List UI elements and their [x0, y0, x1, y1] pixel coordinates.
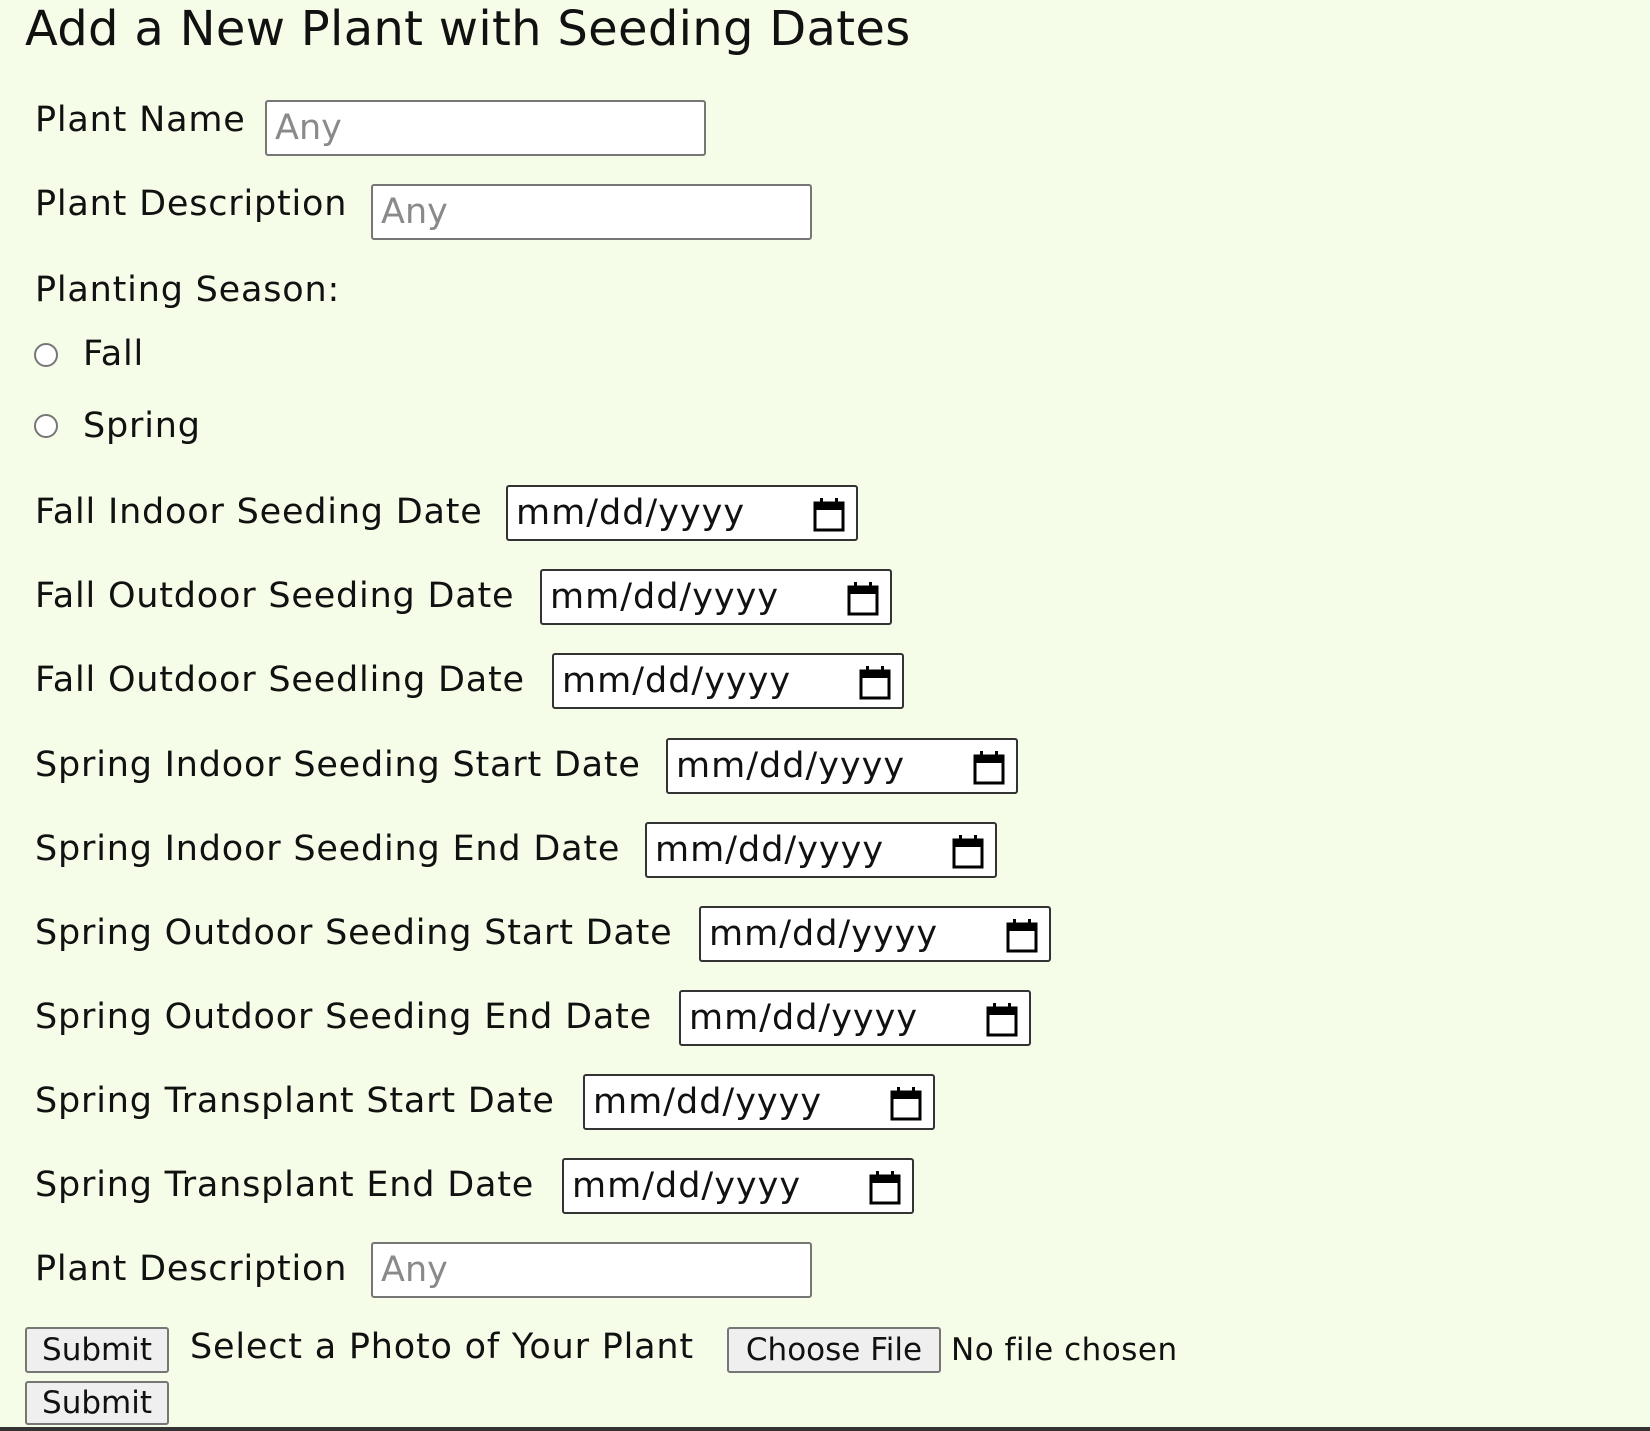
- spring-outdoor-seeding-start-date-input[interactable]: mm/dd/yyyy: [699, 906, 1051, 962]
- spring-indoor-seeding-end-date-label: Spring Indoor Seeding End Date: [35, 829, 621, 869]
- date-value: mm/dd/yyyy: [572, 1166, 802, 1206]
- page-title: Add a New Plant with Seeding Dates: [25, 1, 911, 57]
- spring-indoor-seeding-start-date-input[interactable]: mm/dd/yyyy: [666, 738, 1018, 794]
- date-value: mm/dd/yyyy: [516, 493, 746, 533]
- spring-transplant-end-date-input[interactable]: mm/dd/yyyy: [562, 1158, 914, 1214]
- spring-radio-label[interactable]: Spring: [83, 404, 201, 448]
- fall-outdoor-seedling-date-input[interactable]: mm/dd/yyyy: [552, 653, 904, 709]
- fall-outdoor-seedling-date-label: Fall Outdoor Seedling Date: [35, 660, 525, 700]
- date-value: mm/dd/yyyy: [562, 661, 792, 701]
- choose-file-button[interactable]: Choose File: [727, 1327, 941, 1373]
- plant-description-input[interactable]: [371, 184, 812, 240]
- calendar-icon[interactable]: [951, 834, 985, 870]
- date-value: mm/dd/yyyy: [593, 1082, 823, 1122]
- spring-indoor-seeding-end-date-input[interactable]: mm/dd/yyyy: [645, 822, 997, 878]
- fall-radio-label[interactable]: Fall: [83, 332, 144, 376]
- date-value: mm/dd/yyyy: [550, 577, 780, 617]
- spring-transplant-start-date-input[interactable]: mm/dd/yyyy: [583, 1074, 935, 1130]
- fall-outdoor-seeding-date-label: Fall Outdoor Seeding Date: [35, 576, 515, 616]
- calendar-icon[interactable]: [868, 1170, 902, 1206]
- spring-indoor-seeding-start-date-label: Spring Indoor Seeding Start Date: [35, 745, 641, 785]
- plant-description-label: Plant Description: [35, 184, 348, 224]
- photo-label: Select a Photo of Your Plant: [190, 1327, 694, 1367]
- fall-radio[interactable]: [34, 343, 58, 367]
- spring-transplant-start-date-label: Spring Transplant Start Date: [35, 1081, 555, 1121]
- calendar-icon[interactable]: [1005, 918, 1039, 954]
- calendar-icon[interactable]: [889, 1086, 923, 1122]
- fall-outdoor-seeding-date-input[interactable]: mm/dd/yyyy: [540, 569, 892, 625]
- submit-button-2[interactable]: Submit: [25, 1381, 169, 1425]
- plant-name-input[interactable]: [265, 100, 706, 156]
- calendar-icon[interactable]: [812, 497, 846, 533]
- calendar-icon[interactable]: [985, 1002, 1019, 1038]
- spring-outdoor-seeding-start-date-label: Spring Outdoor Seeding Start Date: [35, 913, 673, 953]
- spring-outdoor-seeding-end-date-input[interactable]: mm/dd/yyyy: [679, 990, 1031, 1046]
- plant-description-input-2[interactable]: [371, 1242, 812, 1298]
- date-value: mm/dd/yyyy: [676, 746, 906, 786]
- date-value: mm/dd/yyyy: [689, 998, 919, 1038]
- fall-indoor-seeding-date-input[interactable]: mm/dd/yyyy: [506, 485, 858, 541]
- date-value: mm/dd/yyyy: [709, 914, 939, 954]
- calendar-icon[interactable]: [972, 750, 1006, 786]
- calendar-icon[interactable]: [858, 665, 892, 701]
- calendar-icon[interactable]: [846, 581, 880, 617]
- spring-radio[interactable]: [34, 414, 58, 438]
- bottom-border: [0, 1427, 1650, 1431]
- planting-season-label: Planting Season:: [35, 270, 341, 310]
- fall-indoor-seeding-date-label: Fall Indoor Seeding Date: [35, 492, 483, 532]
- spring-transplant-end-date-label: Spring Transplant End Date: [35, 1165, 535, 1205]
- plant-name-label: Plant Name: [35, 100, 246, 140]
- submit-button[interactable]: Submit: [25, 1327, 169, 1373]
- date-value: mm/dd/yyyy: [655, 830, 885, 870]
- plant-description-label-2: Plant Description: [35, 1249, 348, 1289]
- spring-outdoor-seeding-end-date-label: Spring Outdoor Seeding End Date: [35, 997, 652, 1037]
- file-status-text: No file chosen: [951, 1332, 1178, 1368]
